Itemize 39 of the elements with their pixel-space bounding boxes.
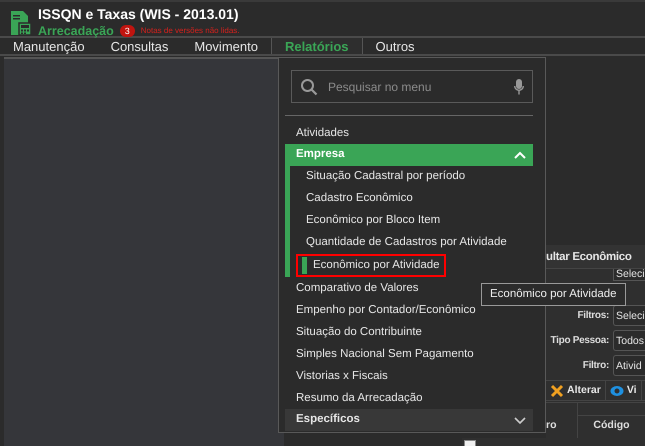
column-header: Código [593,418,630,433]
app-title: ISSQN e Taxas (WIS - 2013.01) [38,6,240,22]
submenu-item[interactable]: Econômico por Atividade [296,254,446,277]
window-title: ultar Econômico [546,251,632,263]
tools-icon [550,384,564,398]
menu-tab[interactable]: Outros [362,38,428,54]
submenu-item[interactable]: Cadastro Econômico [290,188,417,210]
microphone-icon[interactable] [514,78,524,94]
select-field[interactable]: Seleci [613,305,645,326]
menu-tab[interactable]: Movimento [181,38,271,54]
chevron-up-icon [513,150,527,160]
menu-item[interactable]: Simples Nacional Sem Pagamento [285,343,533,365]
search-icon [300,78,318,96]
field-label: Tipo Pessoa: [550,334,609,348]
submenu-item[interactable]: Econômico por Bloco Item [290,210,444,232]
module-name: Arrecadação [38,23,114,40]
menu-item[interactable]: Resumo da Arrecadação [285,387,533,409]
menu-tab[interactable]: Consultas [98,38,182,54]
select-field[interactable]: Todos [613,330,645,351]
eye-icon [610,384,624,398]
search-field[interactable]: Pesquisar no menu [291,70,533,103]
menu-tab[interactable]: Manutenção [0,38,98,54]
toolbar-button[interactable]: Vi [606,381,642,400]
tooltip: Econômico por Atividade [481,283,626,306]
select-field[interactable]: Seleci [613,269,645,281]
column-header: ro [546,418,556,433]
notification-count[interactable]: 3 [120,25,135,38]
field-label: Filtros: [578,309,609,323]
menu-group[interactable]: Específicos [285,409,533,431]
menu-item[interactable]: Situação do Contribuinte [285,321,533,343]
search-input[interactable]: Pesquisar no menu [326,76,506,96]
submenu-item[interactable]: Quantidade de Cadastros por Atividade [290,232,511,254]
select-field[interactable]: Ativid [613,355,645,376]
field-label: Filtro: [582,359,609,373]
menu-item[interactable]: Vistorias x Fiscais [285,365,533,387]
chevron-down-icon [513,414,527,426]
menu-tab[interactable]: Relatórios [270,38,363,54]
submenu-item[interactable]: Situação Cadastral por período [290,166,470,188]
menu-item[interactable]: Atividades [285,122,533,144]
